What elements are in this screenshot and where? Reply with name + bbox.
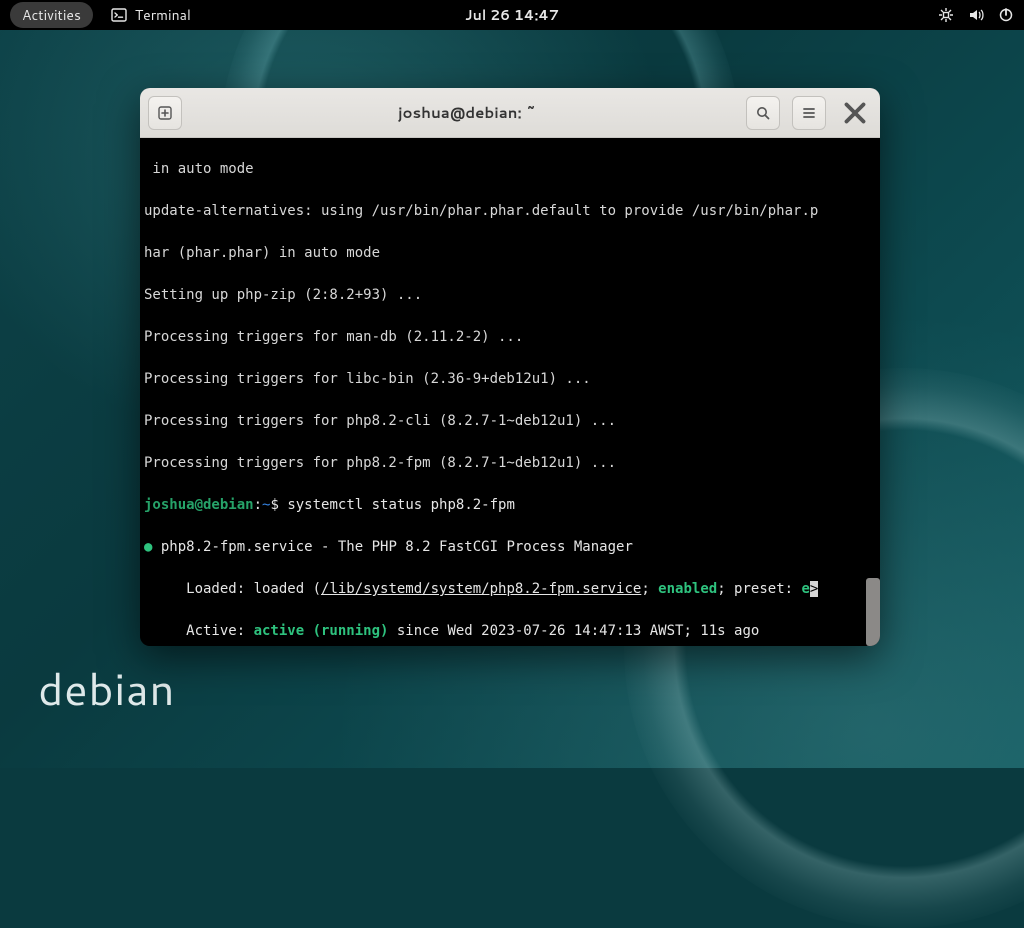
- window-titlebar[interactable]: joshua@debian: ~: [140, 88, 880, 138]
- term-line: update-alternatives: using /usr/bin/phar…: [144, 201, 876, 222]
- prompt-userhost: joshua@debian: [144, 497, 254, 513]
- term-line: Setting up php-zip (2:8.2+93) ...: [144, 285, 876, 306]
- system-tray[interactable]: [938, 7, 1014, 23]
- term-line: har (phar.phar) in auto mode: [144, 243, 876, 264]
- term-line: Processing triggers for man-db (2.11.2-2…: [144, 327, 876, 348]
- term-line: Processing triggers for php8.2-fpm (8.2.…: [144, 453, 876, 474]
- volume-icon: [968, 7, 984, 23]
- new-tab-icon: [157, 105, 173, 121]
- status-active: Active: active (running) since Wed 2023-…: [144, 621, 876, 642]
- search-icon: [755, 105, 771, 121]
- close-button[interactable]: [838, 96, 872, 130]
- term-line: Processing triggers for php8.2-cli (8.2.…: [144, 411, 876, 432]
- terminal-window: joshua@debian: ~ in auto mode update-alt…: [140, 88, 880, 646]
- network-icon: [938, 7, 954, 23]
- truncation-marker: >: [810, 581, 818, 597]
- terminal-scrollbar[interactable]: [866, 578, 880, 646]
- close-icon: [838, 96, 872, 130]
- typed-command: systemctl status php8.2-fpm: [287, 497, 515, 513]
- app-menu[interactable]: Terminal: [111, 5, 191, 25]
- hamburger-icon: [801, 105, 817, 121]
- unit-file-path: /lib/systemd/system/php8.2-fpm.service: [321, 581, 641, 597]
- status-loaded: Loaded: loaded (/lib/systemd/system/php8…: [144, 579, 876, 600]
- term-line: Processing triggers for libc-bin (2.36-9…: [144, 369, 876, 390]
- terminal-viewport[interactable]: in auto mode update-alternatives: using …: [140, 138, 880, 646]
- activities-button[interactable]: Activities: [10, 2, 93, 28]
- menu-button[interactable]: [792, 96, 826, 130]
- new-tab-button[interactable]: [148, 96, 182, 130]
- term-line: in auto mode: [144, 159, 876, 180]
- gnome-topbar: Activities Terminal Jul 26 14:47: [0, 0, 1024, 30]
- clock[interactable]: Jul 26 14:47: [465, 5, 559, 25]
- app-menu-label: Terminal: [135, 5, 191, 25]
- terminal-icon: [111, 7, 127, 23]
- window-title: joshua@debian: ~: [188, 102, 746, 123]
- prompt-line: joshua@debian:~$ systemctl status php8.2…: [144, 495, 876, 516]
- power-icon: [998, 7, 1014, 23]
- status-header: ● php8.2-fpm.service - The PHP 8.2 FastC…: [144, 537, 876, 558]
- distro-brand: debian: [38, 658, 175, 720]
- search-button[interactable]: [746, 96, 780, 130]
